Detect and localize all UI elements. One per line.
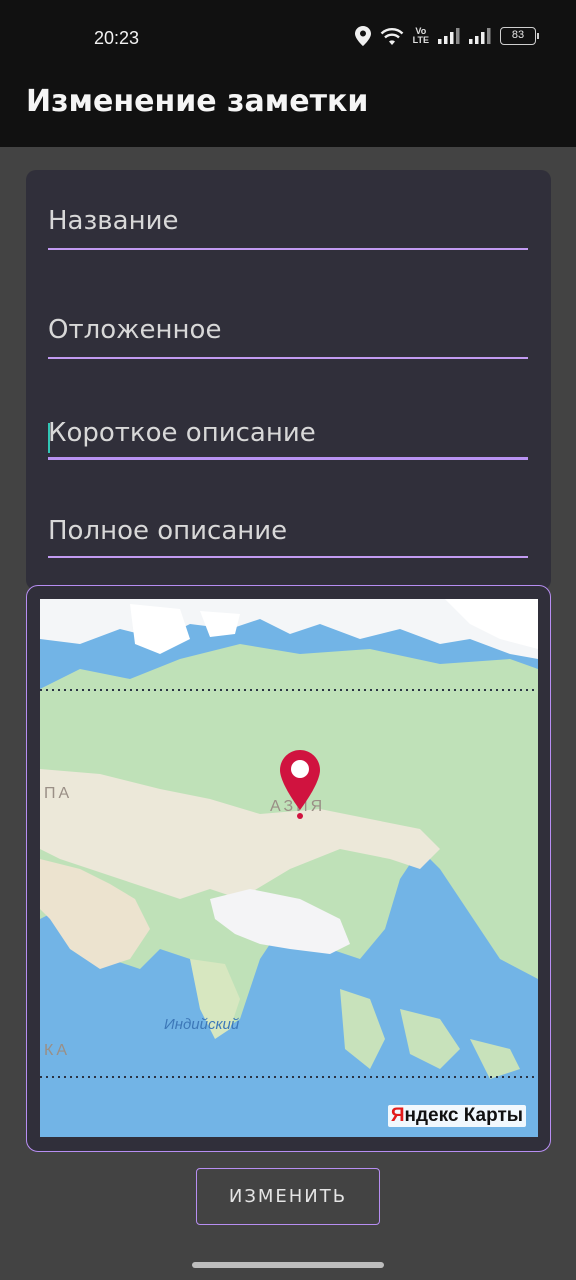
map-label-left-bottom: КА	[44, 1042, 70, 1059]
location-icon	[354, 26, 371, 46]
signal-icon	[469, 28, 491, 44]
delayed-field[interactable]: Отложенное	[48, 315, 528, 359]
title-field-placeholder: Название	[48, 206, 179, 236]
yandex-logo-prefix: Я	[390, 1105, 405, 1126]
map-container: ПА КА АЗИЯ Индийский Яндекс Карты	[26, 585, 551, 1152]
note-form: Название Отложенное Короткое описание По…	[26, 170, 551, 590]
title-field[interactable]: Название	[48, 206, 528, 250]
home-indicator[interactable]	[192, 1262, 384, 1268]
page-title: Изменение заметки	[26, 84, 369, 119]
status-icons: Vo LTE 83	[354, 26, 539, 46]
yandex-logo-rest: ндекс Карты	[404, 1105, 524, 1126]
full-description-placeholder: Полное описание	[48, 516, 288, 546]
app-bar: Изменение заметки	[0, 78, 576, 147]
map-view[interactable]: ПА КА АЗИЯ Индийский Яндекс Карты	[40, 599, 538, 1137]
map-ocean-label: Индийский	[164, 1016, 240, 1033]
battery-icon: 83	[500, 27, 539, 45]
signal-icon	[438, 28, 460, 44]
short-description-field[interactable]: Короткое описание	[48, 418, 528, 460]
status-bar: 20:23 Vo LTE 83	[0, 0, 576, 78]
volte-icon: Vo LTE	[412, 26, 429, 45]
full-description-field[interactable]: Полное описание	[48, 516, 528, 558]
yandex-maps-logo[interactable]: Яндекс Карты	[387, 1105, 526, 1127]
map-terrain	[40, 599, 538, 1137]
text-cursor	[48, 423, 50, 453]
delayed-field-placeholder: Отложенное	[48, 315, 222, 345]
submit-button[interactable]: ИЗМЕНИТЬ	[196, 1168, 380, 1225]
wifi-icon	[380, 27, 403, 45]
status-time: 20:23	[94, 28, 140, 48]
location-pin-icon[interactable]	[280, 750, 320, 820]
short-description-placeholder: Короткое описание	[48, 418, 316, 448]
map-label-left-top: ПА	[44, 785, 73, 802]
